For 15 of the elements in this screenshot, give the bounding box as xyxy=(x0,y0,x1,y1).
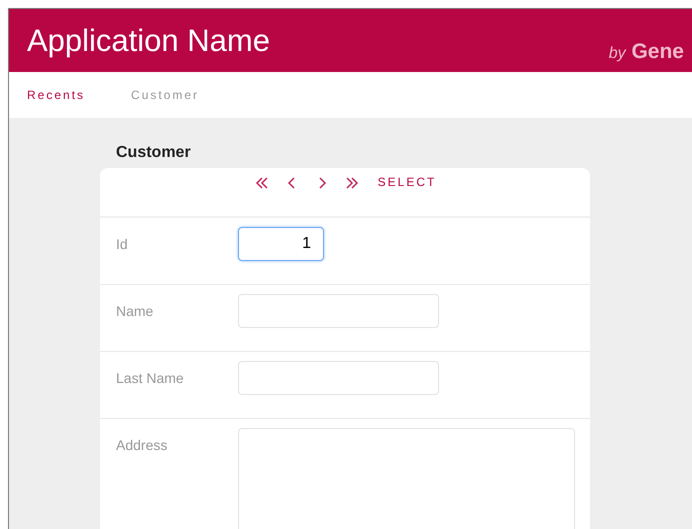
select-button[interactable]: SELECT xyxy=(374,175,436,189)
field-label: Last Name xyxy=(116,370,185,386)
field-label: Name xyxy=(116,303,154,319)
input-field[interactable] xyxy=(238,294,439,328)
double-chevron-right-icon[interactable] xyxy=(344,175,360,191)
brand-logo: by Gene xyxy=(608,40,684,64)
breadcrumb-current: Customer xyxy=(131,88,200,102)
input-field[interactable] xyxy=(238,361,439,395)
form-title: Customer xyxy=(116,144,192,162)
breadcrumb-link[interactable]: Recents xyxy=(27,88,86,102)
field-label: Address xyxy=(116,437,168,453)
input-field[interactable]: 1 xyxy=(238,227,324,261)
field-label: Id xyxy=(116,236,129,252)
double-chevron-left-icon[interactable] xyxy=(254,175,270,191)
app-title: Application Name xyxy=(27,22,270,58)
